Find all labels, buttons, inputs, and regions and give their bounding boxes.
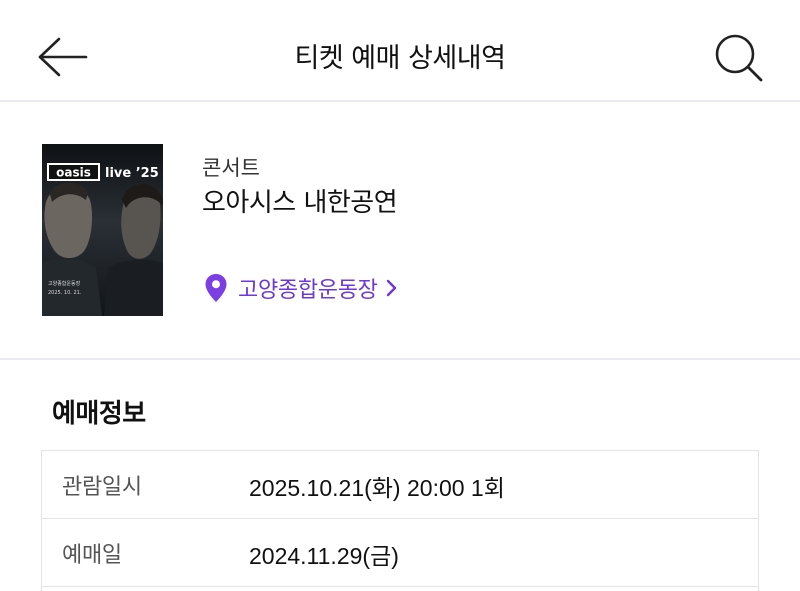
booking-info-table: 관람일시 2025.10.21(화) 20:00 1회 예매일 2024.11.…	[41, 450, 759, 591]
info-row-booking-date: 예매일 2024.11.29(금)	[42, 519, 758, 587]
page-title: 티켓 예매 상세내역	[294, 43, 506, 74]
poster-image: oasis live ’25 고양종합운동장 2025. 10. 21.	[42, 144, 163, 316]
info-value: 2024.11.29(금)	[249, 543, 399, 569]
search-icon	[715, 34, 763, 82]
poster-subtitle: live ’25	[105, 166, 159, 181]
poster-date-text: 2025. 10. 21.	[48, 290, 82, 296]
info-value: 2025.10.21(화) 20:00 1회	[249, 475, 505, 501]
search-button[interactable]	[712, 32, 766, 84]
poster-brand: oasis	[56, 166, 91, 180]
info-label: 관람일시	[62, 475, 142, 500]
app-header: 티켓 예매 상세내역	[0, 0, 800, 102]
map-pin-icon	[205, 274, 227, 302]
venue-label: 고양종합운동장	[238, 278, 378, 303]
event-summary: oasis live ’25 고양종합운동장 2025. 10. 21. 콘서트…	[0, 102, 800, 360]
event-title: 오아시스 내한공연	[202, 188, 398, 218]
venue-link[interactable]: 고양종합운동장	[204, 270, 398, 306]
info-row-viewing-date: 관람일시 2025.10.21(화) 20:00 1회	[42, 451, 758, 519]
booking-info-title: 예매정보	[52, 399, 146, 429]
chevron-right-icon	[386, 279, 396, 297]
info-label: 예매일	[62, 543, 122, 568]
event-category: 콘서트	[202, 156, 260, 180]
poster-venue-text: 고양종합운동장	[48, 280, 81, 287]
event-poster[interactable]: oasis live ’25 고양종합운동장 2025. 10. 21.	[42, 144, 163, 316]
